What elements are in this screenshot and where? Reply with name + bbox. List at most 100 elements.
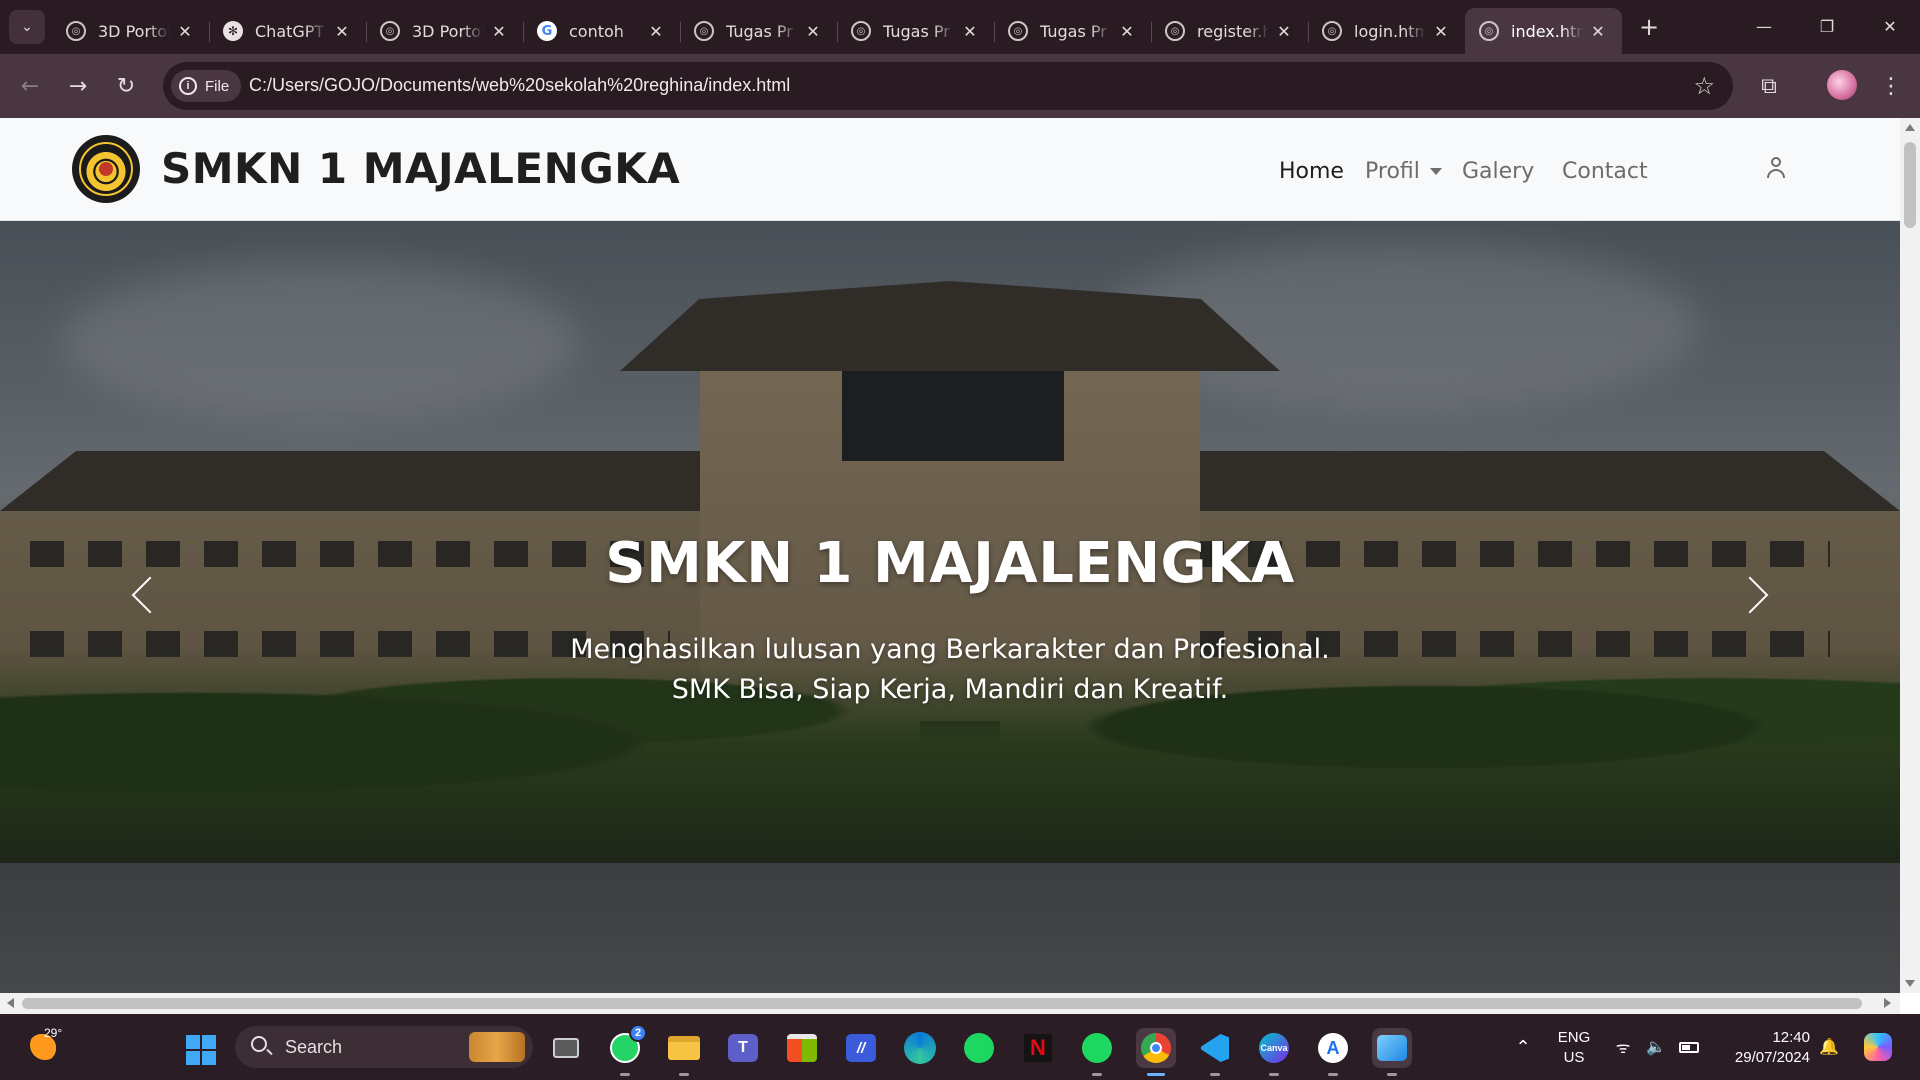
site-brand[interactable]: SMKN 1 MAJALENGKA <box>161 144 680 193</box>
browser-tab[interactable]: ◎ login.htm ✕ <box>1308 8 1465 54</box>
tab-search-button[interactable]: ⌄ <box>9 10 45 44</box>
edge-browser-icon[interactable] <box>900 1028 940 1068</box>
tab-title: Tugas Pr <box>1040 21 1107 41</box>
nav-home-label: Home <box>1279 158 1344 184</box>
close-tab-icon[interactable]: ✕ <box>1274 22 1294 41</box>
nav-home[interactable]: Home <box>1279 156 1344 186</box>
restore-icon[interactable]: ❐ <box>1799 8 1855 44</box>
globe-icon: ◎ <box>851 21 871 41</box>
tab-title: contoh <box>569 21 624 41</box>
chevron-left-icon <box>131 576 169 614</box>
school-logo[interactable] <box>72 135 140 203</box>
running-indicator <box>1147 1073 1165 1076</box>
notepad-draw-icon[interactable]: // <box>841 1028 881 1068</box>
reload-icon[interactable]: ↻ <box>108 68 144 104</box>
browser-tab[interactable]: ◎ Tugas Pr ✕ <box>837 8 994 54</box>
google-icon: G <box>537 21 557 41</box>
browser-tab[interactable]: ✻ ChatGPT ✕ <box>209 8 366 54</box>
browser-tab[interactable]: G contoh ✕ <box>523 8 680 54</box>
windows-taskbar: 29° Search 2 T // N Canva A ⌃ ENG US ᯤ 🔈… <box>0 1014 1920 1080</box>
nav-galery[interactable]: Galery <box>1462 156 1534 186</box>
vscode-icon[interactable] <box>1195 1028 1235 1076</box>
close-tab-icon[interactable]: ✕ <box>960 22 980 41</box>
windows-start-icon[interactable] <box>186 1035 216 1065</box>
nav-galery-label: Galery <box>1462 158 1535 184</box>
site-info-chip[interactable]: i File <box>171 70 242 102</box>
scroll-right-arrow-icon[interactable] <box>1884 998 1891 1008</box>
spotify-icon-2[interactable] <box>1077 1028 1117 1076</box>
teams-icon[interactable]: T <box>723 1028 763 1068</box>
address-bar[interactable]: i File C:/Users/GOJO/Documents/web%20sek… <box>163 62 1733 110</box>
volume-icon[interactable]: 🔈 <box>1643 1014 1669 1080</box>
copilot-icon[interactable] <box>1860 1014 1896 1080</box>
chrome-icon[interactable] <box>1136 1028 1176 1076</box>
taskbar-search[interactable]: Search <box>235 1026 533 1068</box>
extensions-puzzle-icon[interactable]: ⧉ <box>1751 68 1787 104</box>
browser-toolbar: ← → ↻ i File C:/Users/GOJO/Documents/web… <box>0 54 1920 118</box>
file-explorer-icon[interactable] <box>664 1028 704 1076</box>
carousel-prev-button[interactable] <box>124 569 169 621</box>
clock-time: 12:40 <box>1772 1029 1810 1046</box>
whatsapp-icon[interactable]: 2 <box>605 1024 647 1076</box>
forward-arrow-icon[interactable]: → <box>60 68 96 104</box>
canva-icon[interactable]: Canva <box>1254 1028 1294 1076</box>
carousel-next-button[interactable] <box>1731 569 1776 621</box>
kebab-menu-icon[interactable]: ⋮ <box>1873 68 1909 104</box>
browser-tab-active[interactable]: ◎ index.htm ✕ <box>1465 8 1622 54</box>
tab-strip: ◎ 3D Portofolio ✕ ✻ ChatGPT ✕ ◎ 3D Porto… <box>52 8 1622 54</box>
scroll-left-arrow-icon[interactable] <box>7 998 14 1008</box>
hero-carousel: SMKN 1 MAJALENGKA Menghasilkan lulusan y… <box>0 221 1900 993</box>
app-store-icon[interactable]: A <box>1313 1028 1353 1076</box>
tab-title: Tugas Pr <box>726 21 793 41</box>
new-tab-button[interactable]: + <box>1632 10 1666 44</box>
close-tab-icon[interactable]: ✕ <box>803 22 823 41</box>
spotify-icon[interactable] <box>959 1028 999 1068</box>
notification-bell-icon[interactable]: 🔔 <box>1816 1014 1842 1080</box>
browser-tab[interactable]: ◎ Tugas Pr ✕ <box>994 8 1151 54</box>
horizontal-scroll-thumb[interactable] <box>22 998 1862 1009</box>
site-chip-label: File <box>205 77 230 95</box>
scroll-up-arrow-icon[interactable] <box>1905 124 1915 131</box>
user-account-icon[interactable] <box>1764 156 1788 180</box>
vertical-scroll-thumb[interactable] <box>1904 142 1916 228</box>
globe-icon: ◎ <box>1479 21 1499 41</box>
back-arrow-icon[interactable]: ← <box>12 68 48 104</box>
photos-icon[interactable] <box>1372 1028 1412 1076</box>
search-icon <box>251 1036 267 1052</box>
bookmark-star-icon[interactable]: ☆ <box>1693 72 1715 100</box>
close-tab-icon[interactable]: ✕ <box>175 22 195 41</box>
browser-tab[interactable]: ◎ 3D Portofolio ✕ <box>366 8 523 54</box>
close-tab-icon[interactable]: ✕ <box>1117 22 1137 41</box>
close-tab-icon[interactable]: ✕ <box>646 22 666 41</box>
window-close-icon[interactable]: ✕ <box>1862 8 1918 44</box>
browser-tab[interactable]: ◎ 3D Portofolio ✕ <box>52 8 209 54</box>
horizontal-scrollbar[interactable] <box>0 993 1900 1014</box>
browser-tab[interactable]: ◎ register.h ✕ <box>1151 8 1308 54</box>
minimize-icon[interactable]: — <box>1736 8 1792 44</box>
close-tab-icon[interactable]: ✕ <box>1588 22 1608 41</box>
chevron-up-icon[interactable]: ⌃ <box>1508 1014 1538 1080</box>
user-icon-body <box>1767 169 1785 178</box>
globe-icon: ◎ <box>694 21 714 41</box>
battery-icon[interactable] <box>1676 1014 1702 1080</box>
close-tab-icon[interactable]: ✕ <box>489 22 509 41</box>
close-tab-icon[interactable]: ✕ <box>332 22 352 41</box>
vertical-scrollbar[interactable] <box>1900 118 1920 993</box>
profile-avatar[interactable] <box>1827 70 1857 100</box>
url-text[interactable]: C:/Users/GOJO/Documents/web%20sekolah%20… <box>249 75 790 96</box>
language-indicator[interactable]: ENG US <box>1553 1028 1595 1068</box>
scroll-down-arrow-icon[interactable] <box>1905 980 1915 987</box>
wifi-icon[interactable]: ᯤ <box>1610 1014 1636 1080</box>
task-view-icon[interactable] <box>546 1028 586 1068</box>
netflix-icon[interactable]: N <box>1018 1028 1058 1068</box>
nav-contact[interactable]: Contact <box>1562 156 1648 186</box>
chevron-right-icon <box>1731 576 1769 614</box>
nav-profil-dropdown[interactable]: Profil <box>1365 156 1442 186</box>
globe-icon: ◎ <box>1008 21 1028 41</box>
system-clock[interactable]: 12:40 29/07/2024 <box>1718 1028 1810 1068</box>
microsoft-store-icon[interactable] <box>782 1028 822 1068</box>
close-tab-icon[interactable]: ✕ <box>1431 22 1451 41</box>
clock-date: 29/07/2024 <box>1734 1049 1810 1066</box>
running-indicator <box>679 1073 689 1076</box>
browser-tab[interactable]: ◎ Tugas Pr ✕ <box>680 8 837 54</box>
